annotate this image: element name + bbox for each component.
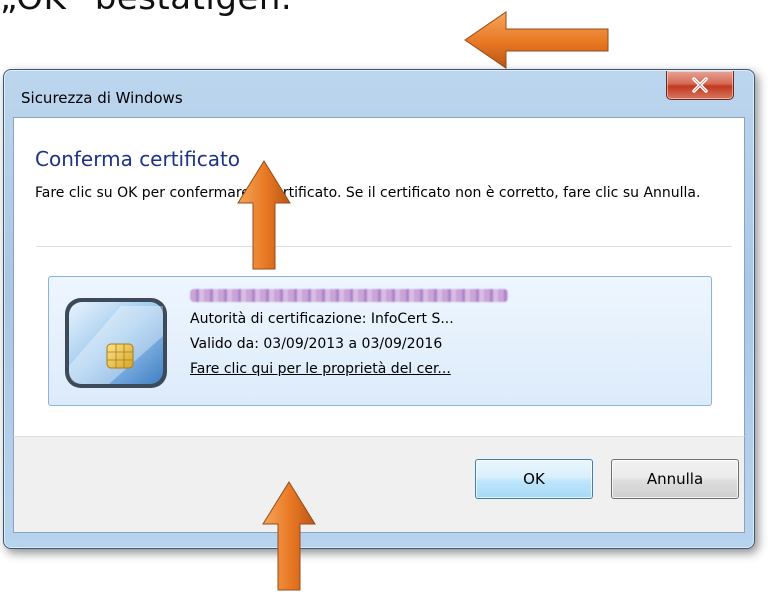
window-title: Sicurezza di Windows	[21, 89, 183, 107]
certificate-validity: Valido da: 03/09/2013 a 03/09/2016	[190, 336, 443, 352]
smart-card-icon	[65, 298, 167, 388]
redacted-certificate-name	[190, 289, 508, 302]
dialog-content: Conferma certificato Fare clic su OK per…	[13, 117, 745, 437]
left-arrow-annotation	[464, 11, 609, 69]
up-arrow-annotation-heading	[237, 160, 291, 270]
dialog-footer: OK Annulla	[13, 436, 745, 533]
certificate-issuer: Autorità di certificazione: InfoCert S..…	[190, 311, 454, 327]
certificate-details: Autorità di certificazione: InfoCert S..…	[190, 282, 508, 382]
certificate-tile[interactable]: Autorità di certificazione: InfoCert S..…	[48, 276, 712, 406]
dialog-heading: Conferma certificato	[35, 147, 241, 171]
security-dialog-window: Sicurezza di Windows Conferma certificat…	[3, 69, 755, 549]
close-button[interactable]	[666, 71, 734, 100]
title-bar[interactable]: Sicurezza di Windows	[4, 70, 754, 116]
close-icon	[692, 77, 708, 93]
dialog-message: Fare clic su OK per confermare il certif…	[35, 185, 701, 201]
page-caption: „OK“ bestätigen.	[0, 0, 292, 18]
certificate-properties-link[interactable]: Fare clic qui per le proprietà del cer..…	[190, 357, 508, 382]
up-arrow-annotation-bottom	[262, 481, 316, 591]
separator	[36, 246, 732, 247]
ok-button[interactable]: OK	[475, 459, 593, 499]
cancel-button[interactable]: Annulla	[611, 459, 739, 499]
